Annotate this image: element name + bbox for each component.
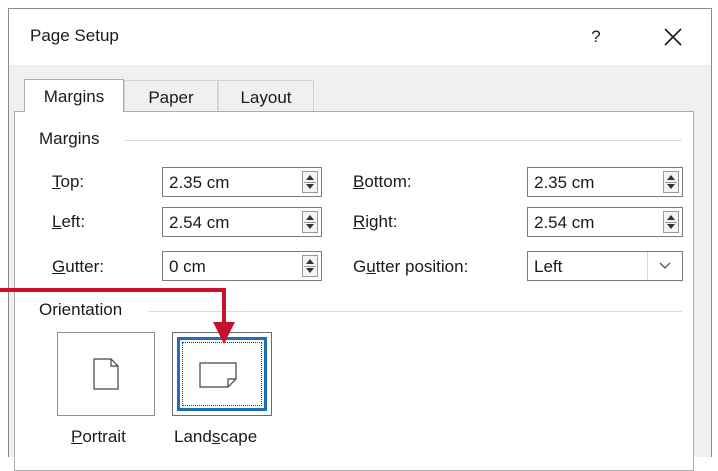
callout-arrow-icon [0, 288, 235, 344]
